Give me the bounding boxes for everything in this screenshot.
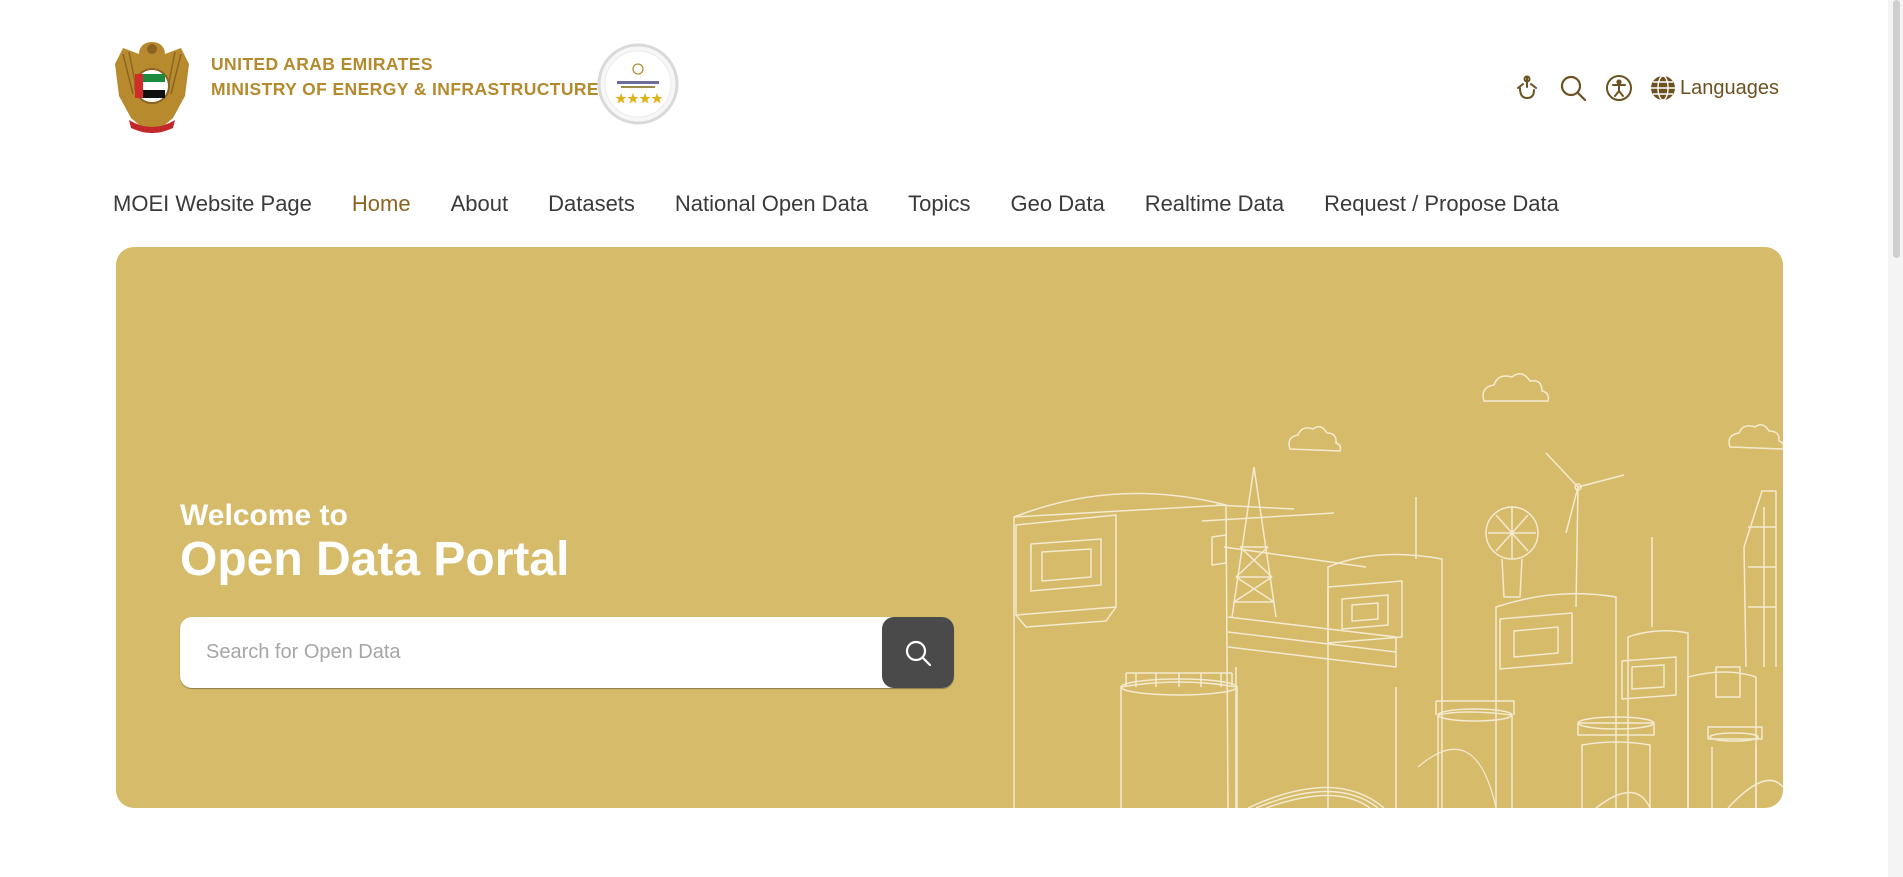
sign-language-icon[interactable] bbox=[1512, 73, 1542, 103]
hero-welcome-text: Welcome to bbox=[180, 499, 348, 532]
nav-item-topics[interactable]: Topics bbox=[908, 191, 970, 217]
hero-banner: Welcome to Open Data Portal bbox=[116, 247, 1783, 808]
hero-search-button[interactable] bbox=[882, 617, 954, 688]
languages-selector[interactable]: Languages bbox=[1650, 75, 1779, 101]
rating-stars-badge bbox=[597, 43, 679, 125]
hero-search-input[interactable] bbox=[180, 617, 880, 688]
uae-emblem-logo[interactable] bbox=[113, 34, 191, 136]
ministry-line-name: MINISTRY OF ENERGY & INFRASTRUCTURE bbox=[211, 79, 600, 99]
nav-item-geo-data[interactable]: Geo Data bbox=[1011, 191, 1105, 217]
nav-item-national-open-data[interactable]: National Open Data bbox=[675, 191, 868, 217]
ministry-line-country: UNITED ARAB EMIRATES bbox=[211, 54, 433, 74]
search-icon[interactable] bbox=[1558, 73, 1588, 103]
nav-item-realtime-data[interactable]: Realtime Data bbox=[1145, 191, 1284, 217]
nav-item-home[interactable]: Home bbox=[352, 191, 411, 217]
nav-item-about[interactable]: About bbox=[451, 191, 509, 217]
ministry-name: UNITED ARAB EMIRATES MINISTRY OF ENERGY … bbox=[211, 52, 599, 102]
nav-item-request-propose-data[interactable]: Request / Propose Data bbox=[1324, 191, 1559, 217]
languages-label: Languages bbox=[1680, 76, 1779, 99]
hero-title: Open Data Portal bbox=[180, 533, 570, 586]
search-icon bbox=[905, 640, 932, 666]
page: UNITED ARAB EMIRATES MINISTRY OF ENERGY … bbox=[0, 0, 1903, 877]
page-scrollbar[interactable] bbox=[1888, 0, 1903, 877]
hero-search-box bbox=[180, 617, 954, 688]
header-tools: Languages bbox=[1512, 72, 1779, 104]
infrastructure-illustration bbox=[1013, 373, 1783, 808]
globe-icon bbox=[1651, 75, 1676, 101]
scrollbar-thumb[interactable] bbox=[1893, 0, 1900, 258]
site-header: UNITED ARAB EMIRATES MINISTRY OF ENERGY … bbox=[113, 34, 1779, 138]
nav-item-moei-website[interactable]: MOEI Website Page bbox=[113, 191, 312, 217]
main-nav: MOEI Website Page Home About Datasets Na… bbox=[113, 188, 1559, 220]
accessibility-icon[interactable] bbox=[1604, 73, 1634, 103]
nav-item-datasets[interactable]: Datasets bbox=[548, 191, 635, 217]
